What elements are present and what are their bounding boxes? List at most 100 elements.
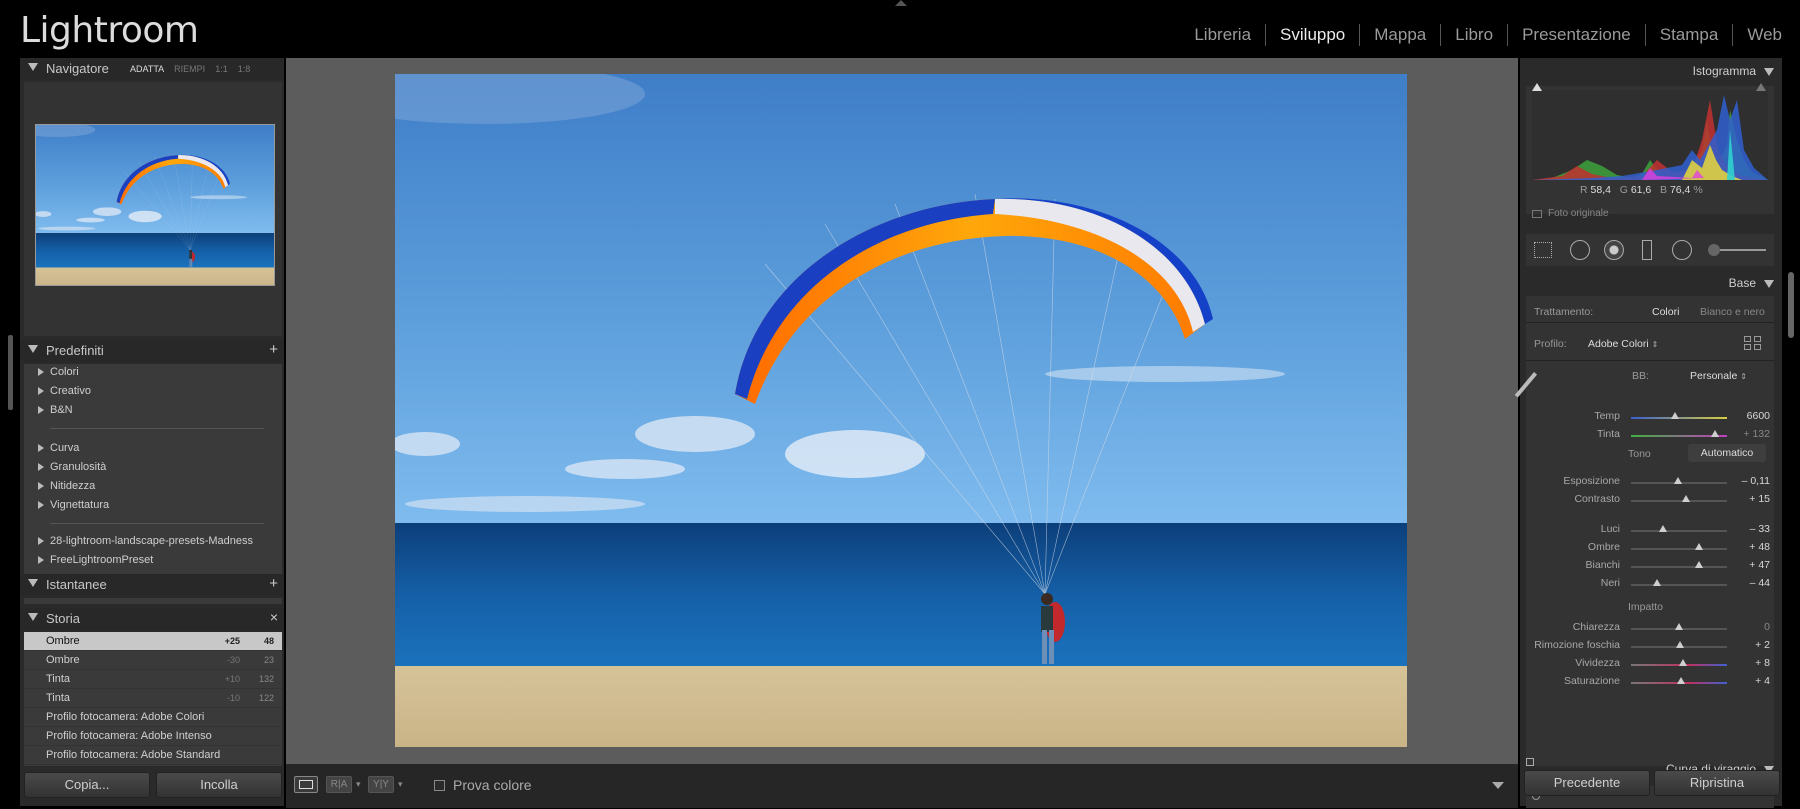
graduated-filter-icon[interactable] xyxy=(1642,240,1652,260)
loupe-view-icon[interactable] xyxy=(294,776,318,793)
module-sviluppo[interactable]: Sviluppo xyxy=(1265,24,1359,46)
slider-value[interactable]: – 0,11 xyxy=(1742,475,1770,487)
slider-saturazione[interactable]: Saturazione + 4 xyxy=(1520,673,1782,691)
slider-track[interactable] xyxy=(1631,417,1727,419)
slider-thumb[interactable] xyxy=(1659,525,1667,532)
wb-dropdown[interactable]: Personale ⇕ xyxy=(1690,370,1747,382)
preset-group[interactable]: Vignettatura xyxy=(38,499,109,511)
image-viewport[interactable] xyxy=(286,58,1518,764)
basic-header[interactable]: Base xyxy=(1729,276,1774,290)
module-presentazione[interactable]: Presentazione xyxy=(1507,24,1645,46)
history-item[interactable]: Profilo fotocamera: Adobe Colori xyxy=(24,708,282,727)
slider-rimozione-foschia[interactable]: Rimozione foschia + 2 xyxy=(1520,637,1782,655)
slider-track[interactable] xyxy=(1631,500,1727,502)
expand-triangle-icon[interactable] xyxy=(38,406,44,414)
original-photo-checkbox[interactable] xyxy=(1532,210,1542,218)
navigator-header[interactable]: Navigatore ADATTA RIEMPI 1:1 1:8 xyxy=(20,58,284,80)
collapse-triangle-icon[interactable] xyxy=(28,613,38,621)
swap-before-after-icon[interactable]: Y|Y xyxy=(368,776,394,793)
slider-thumb[interactable] xyxy=(1675,623,1683,630)
slider-value[interactable]: + 4 xyxy=(1755,675,1770,687)
expand-triangle-icon[interactable] xyxy=(38,387,44,395)
reset-button[interactable]: Ripristina xyxy=(1654,770,1780,796)
slider-esposizione[interactable]: Esposizione – 0,11 xyxy=(1520,473,1782,491)
red-eye-icon[interactable] xyxy=(1604,240,1624,260)
expand-triangle-icon[interactable] xyxy=(38,501,44,509)
zoom-1-1[interactable]: 1:1 xyxy=(215,64,228,74)
treatment-bw-option[interactable]: Bianco e nero xyxy=(1700,306,1765,318)
left-panel-scroll-handle[interactable] xyxy=(8,335,13,410)
expand-triangle-icon[interactable] xyxy=(38,368,44,376)
slider-value[interactable]: + 2 xyxy=(1755,639,1770,651)
history-item[interactable]: Ombre +25 48 xyxy=(24,632,282,651)
slider-neri[interactable]: Neri – 44 xyxy=(1520,575,1782,593)
chevron-down-icon[interactable]: ▾ xyxy=(356,779,361,790)
right-panel-scrollbar[interactable] xyxy=(1784,58,1800,806)
slider-track[interactable] xyxy=(1631,566,1727,568)
slider-thumb[interactable] xyxy=(1674,477,1682,484)
module-web[interactable]: Web xyxy=(1732,24,1796,46)
previous-settings-button[interactable]: Precedente xyxy=(1524,770,1650,796)
scrollbar-thumb[interactable] xyxy=(1788,272,1794,338)
slider-value[interactable]: + 48 xyxy=(1749,541,1770,553)
history-item[interactable]: Profilo fotocamera: Adobe Intenso xyxy=(24,727,282,746)
slider-luci[interactable]: Luci – 33 xyxy=(1520,521,1782,539)
slider-thumb[interactable] xyxy=(1676,641,1684,648)
slider-value[interactable]: + 15 xyxy=(1749,493,1770,505)
slider-ombre[interactable]: Ombre + 48 xyxy=(1520,539,1782,557)
expand-triangle-icon[interactable] xyxy=(38,537,44,545)
preset-group[interactable]: Nitidezza xyxy=(38,480,95,492)
add-preset-icon[interactable]: + xyxy=(269,341,278,358)
zoom-fit[interactable]: ADATTA xyxy=(130,64,164,74)
slider-thumb[interactable] xyxy=(1682,495,1690,502)
adjustment-brush-icon[interactable] xyxy=(1708,244,1720,256)
expand-triangle-icon[interactable] xyxy=(38,444,44,452)
slider-track[interactable] xyxy=(1631,584,1727,586)
slider-bianchi[interactable]: Bianchi + 47 xyxy=(1520,557,1782,575)
add-snapshot-icon[interactable]: + xyxy=(269,575,278,592)
auto-tone-button[interactable]: Automatico xyxy=(1688,444,1766,462)
collapse-top-panel-arrow[interactable] xyxy=(895,0,907,6)
softproof-checkbox[interactable] xyxy=(434,780,445,791)
slider-thumb[interactable] xyxy=(1711,430,1719,437)
highlight-clipping-icon[interactable] xyxy=(1756,83,1766,91)
slider-chiarezza[interactable]: Chiarezza 0 xyxy=(1520,619,1782,637)
zoom-1-8[interactable]: 1:8 xyxy=(238,64,251,74)
radial-filter-icon[interactable] xyxy=(1672,240,1692,260)
presets-header[interactable]: Predefiniti + xyxy=(20,340,284,362)
main-photo[interactable] xyxy=(395,74,1407,747)
profile-dropdown[interactable]: Adobe Colori ⇕ xyxy=(1588,338,1658,350)
slider-contrasto[interactable]: Contrasto + 15 xyxy=(1520,491,1782,509)
history-item[interactable]: Ombre -30 23 xyxy=(24,651,282,670)
expand-triangle-icon[interactable] xyxy=(38,482,44,490)
slider-track[interactable] xyxy=(1631,548,1727,550)
spot-removal-icon[interactable] xyxy=(1570,240,1590,260)
histogram-header[interactable]: Istogramma xyxy=(1693,64,1774,78)
slider-value[interactable]: – 33 xyxy=(1750,523,1770,535)
module-mappa[interactable]: Mappa xyxy=(1359,24,1440,46)
preset-group[interactable]: Granulosità xyxy=(38,461,106,473)
profile-browser-grid-icon[interactable] xyxy=(1744,336,1762,350)
clear-history-icon[interactable]: × xyxy=(270,609,278,625)
snapshots-header[interactable]: Istantanee + xyxy=(20,574,284,596)
preset-group[interactable]: FreeLightroomPreset xyxy=(38,554,153,566)
expand-triangle-icon[interactable] xyxy=(38,556,44,564)
slider-thumb[interactable] xyxy=(1671,412,1679,419)
preset-group[interactable]: Curva xyxy=(38,442,79,454)
slider-thumb[interactable] xyxy=(1653,579,1661,586)
history-item[interactable]: Tinta +10 132 xyxy=(24,670,282,689)
treatment-color-option[interactable]: Colori xyxy=(1652,306,1679,318)
slider-thumb[interactable] xyxy=(1695,543,1703,550)
collapse-triangle-icon[interactable] xyxy=(1764,67,1774,76)
slider-tinta[interactable]: Tinta + 132 xyxy=(1520,426,1782,444)
history-item[interactable]: Tinta -10 122 xyxy=(24,689,282,708)
zoom-fill[interactable]: RIEMPI xyxy=(174,64,205,74)
preset-group[interactable]: Colori xyxy=(38,366,79,378)
module-stampa[interactable]: Stampa xyxy=(1644,24,1733,46)
slider-value[interactable]: 0 xyxy=(1764,621,1770,633)
slider-track[interactable] xyxy=(1631,530,1727,532)
slider-value[interactable]: + 47 xyxy=(1749,559,1770,571)
collapse-triangle-icon[interactable] xyxy=(28,345,38,353)
preset-group[interactable]: 28-lightroom-landscape-presets-Madness xyxy=(38,535,253,547)
preset-group[interactable]: B&N xyxy=(38,404,73,416)
